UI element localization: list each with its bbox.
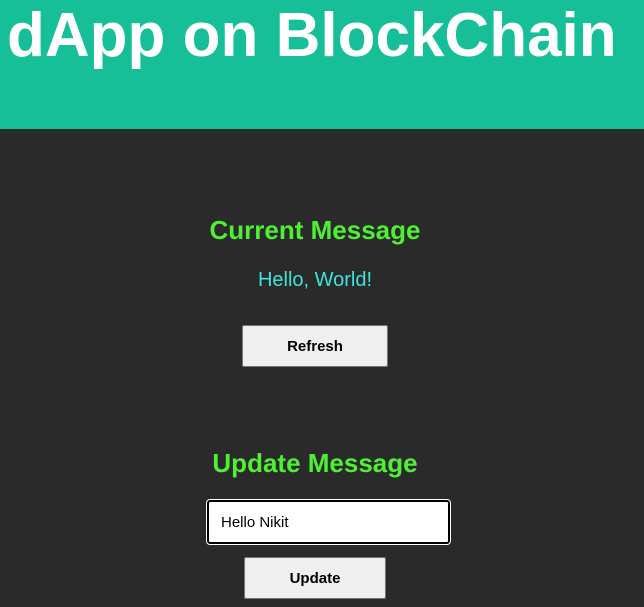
current-message-text: Hello, World! — [257, 269, 373, 291]
refresh-button[interactable]: Refresh — [242, 325, 388, 367]
message-input[interactable] — [206, 499, 451, 545]
app-title: dApp on BlockChain — [7, 1, 617, 70]
update-message-heading: Update Message — [212, 448, 418, 478]
current-message-heading: Current Message — [209, 215, 421, 245]
update-button[interactable]: Update — [244, 557, 386, 599]
app-header: dApp on BlockChain — [0, 0, 644, 129]
